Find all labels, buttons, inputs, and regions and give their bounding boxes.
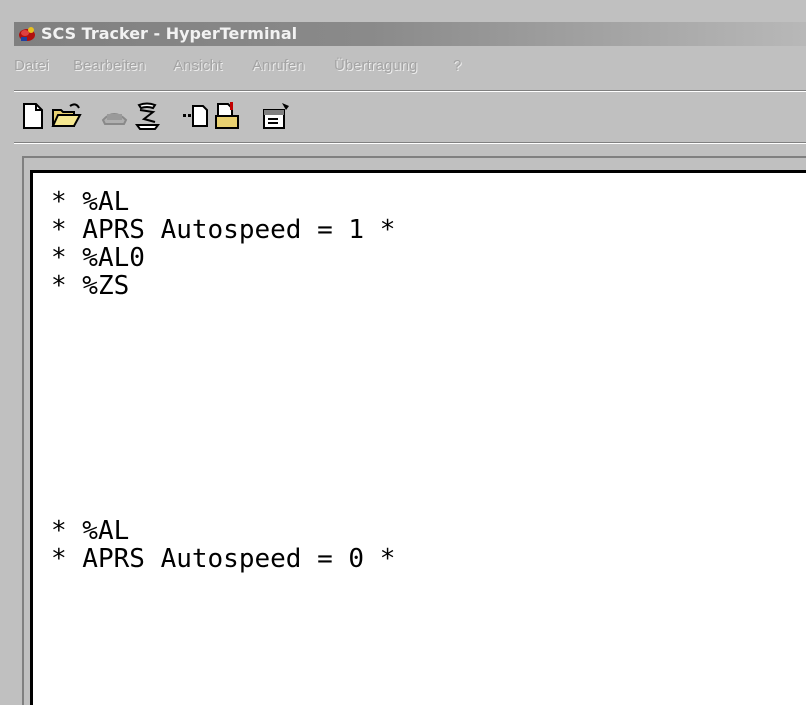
title-bar[interactable]: SCS Tracker - HyperTerminal [14,22,806,46]
phone-connect-icon [101,113,128,125]
properties-icon [263,103,289,129]
terminal-output[interactable]: * %AL * APRS Autospeed = 1 * * %AL0 * %Z… [30,170,806,705]
menu-bar: Datei Bearbeiten Ansicht Anrufen Übertra… [14,52,806,80]
send-file-icon [183,105,208,127]
send-button[interactable] [179,100,212,132]
connect-button[interactable] [98,100,131,132]
new-document-icon [23,103,43,129]
terminal-line: * %AL [51,516,130,546]
toolbar-top-divider [14,90,806,92]
menu-anrufen[interactable]: Anrufen [252,57,305,74]
receive-file-icon [215,102,239,129]
open-folder-icon [51,103,82,127]
receive-button[interactable] [212,100,245,132]
terminal-line: * APRS Autospeed = 1 * [51,215,396,245]
terminal-line: * %AL0 [51,243,145,273]
terminal-line: * %ZS [51,271,130,301]
menu-datei[interactable]: Datei [14,57,49,74]
menu-ansicht[interactable]: Ansicht [173,57,222,74]
window-title: SCS Tracker - HyperTerminal [41,24,298,43]
menu-bearbeiten[interactable]: Bearbeiten [73,57,146,74]
terminal-line: * APRS Autospeed = 0 * [51,544,396,574]
hyperterminal-phone-icon[interactable] [18,25,37,43]
open-button[interactable] [50,100,83,132]
terminal-line: * %AL [51,187,130,217]
menu-help[interactable]: ? [453,57,461,74]
new-connection-button[interactable] [16,100,49,132]
toolbar [14,90,806,146]
properties-button[interactable] [260,100,293,132]
disconnect-button[interactable] [131,100,164,132]
phone-disconnect-icon [135,102,160,130]
menu-uebertragung[interactable]: Übertragung [334,57,417,74]
toolbar-bottom-divider [14,142,806,144]
